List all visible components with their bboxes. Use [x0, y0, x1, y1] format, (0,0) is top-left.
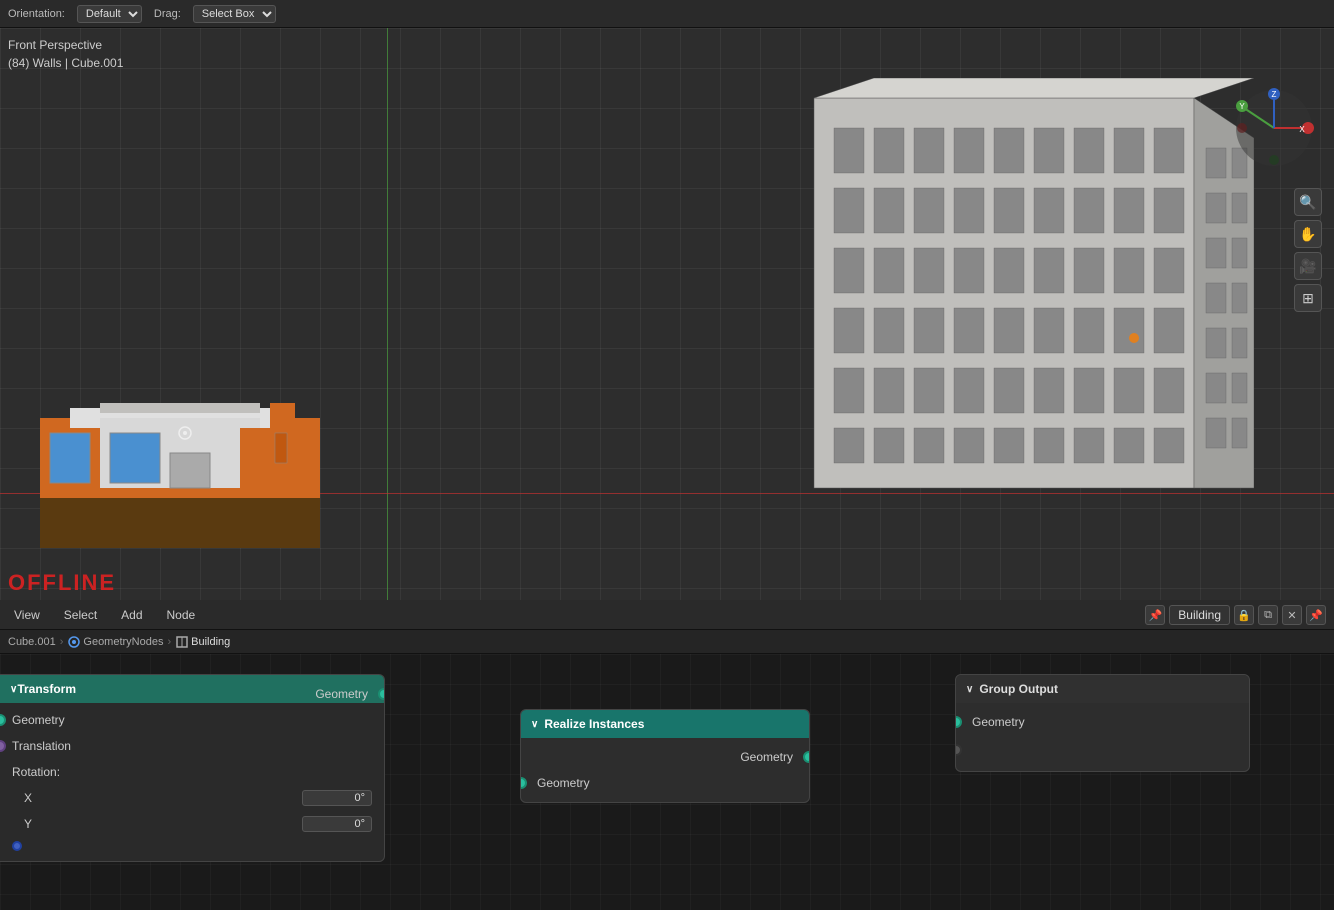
node-menu-select[interactable]: Select: [58, 606, 103, 624]
realize-geometry-output-socket[interactable]: [803, 751, 810, 763]
offline-label: OFFLINE: [0, 566, 124, 600]
node-header-right: 📌 Building 🔒 ⧉ ✕ 📌: [1145, 600, 1334, 630]
group-output-body: Geometry: [956, 703, 1249, 771]
node-breadcrumb: Cube.001 › GeometryNodes › Building: [0, 630, 1334, 654]
breadcrumb-cube[interactable]: Cube.001: [8, 636, 56, 648]
realize-chevron-icon: ∨: [531, 719, 538, 730]
breadcrumb-geonodes[interactable]: GeometryNodes: [67, 635, 163, 649]
orientation-label: Orientation:: [8, 8, 65, 20]
realize-geometry-input-socket[interactable]: [520, 777, 527, 789]
node-group-output[interactable]: ∨ Group Output Geometry: [955, 674, 1250, 772]
top-bar: Orientation: Default Drag: Select Box: [0, 0, 1334, 28]
node-lock-btn[interactable]: 🔒: [1234, 605, 1254, 625]
node-transform[interactable]: ∨ Transform Geometry Geometry Translatio…: [0, 674, 385, 862]
transform-y-row: Y 0°: [0, 811, 384, 837]
node-close-btn[interactable]: ✕: [1282, 605, 1302, 625]
transform-node-body: Geometry Geometry Translation Rotation:: [0, 675, 384, 861]
node-pin2-btn[interactable]: 📌: [1306, 605, 1326, 625]
transform-translation-row: Translation: [0, 733, 384, 759]
viewport[interactable]: Front Perspective (84) Walls | Cube.001: [0, 28, 1334, 600]
realize-geometry-output-label: Geometry: [740, 750, 793, 764]
right-tools: 🔍 ✋ 🎥 ⊞: [1294, 188, 1322, 312]
transform-translation-socket[interactable]: [0, 740, 6, 752]
drag-dropdown[interactable]: Select Box: [193, 5, 276, 23]
transform-geometry-input-label: Geometry: [12, 713, 65, 727]
group-output-geometry-row: Geometry: [956, 709, 1249, 735]
realize-instances-body: Geometry Geometry: [521, 738, 809, 802]
orientation-dropdown[interactable]: Default: [77, 5, 142, 23]
building-small: [40, 378, 320, 548]
axis-x: [387, 28, 388, 600]
group-output-gray-row: [956, 735, 1249, 765]
drag-label: Drag:: [154, 8, 181, 20]
building-large: [794, 78, 1254, 508]
group-output-chevron-icon: ∨: [966, 684, 973, 695]
group-output-header: ∨ Group Output: [956, 675, 1249, 703]
realize-title: Realize Instances: [544, 717, 644, 731]
transform-rotation-label-row: Rotation:: [0, 759, 384, 785]
node-menu-view[interactable]: View: [8, 606, 46, 624]
transform-x-value[interactable]: 0°: [302, 790, 372, 806]
transform-geometry-output-row: Geometry: [0, 681, 384, 707]
gizmo: X Y Z: [1234, 88, 1314, 168]
svg-text:Y: Y: [1239, 102, 1245, 111]
node-menu-add[interactable]: Add: [115, 606, 148, 624]
transform-z-indicator: [0, 837, 384, 855]
node-editor[interactable]: View Select Add Node 📌 Building 🔒 ⧉ ✕ 📌 …: [0, 600, 1334, 910]
transform-y-value[interactable]: 0°: [302, 816, 372, 832]
svg-text:Z: Z: [1272, 90, 1277, 99]
transform-geometry-output-label: Geometry: [315, 687, 368, 701]
node-name-display: Building: [1169, 605, 1230, 625]
transform-y-label: Y: [24, 817, 44, 831]
transform-x-label: X: [24, 791, 44, 805]
transform-translation-label: Translation: [12, 739, 71, 753]
node-canvas[interactable]: ∨ Transform Geometry Geometry Translatio…: [0, 654, 1334, 910]
group-output-gray-socket[interactable]: [955, 744, 962, 756]
node-realize-instances[interactable]: ∨ Realize Instances Geometry Geometry: [520, 709, 810, 803]
transform-geometry-input-row: Geometry: [0, 707, 384, 733]
group-output-geometry-socket[interactable]: [955, 716, 962, 728]
node-pin-btn[interactable]: 📌: [1145, 605, 1165, 625]
realize-geometry-output-row: Geometry: [521, 744, 809, 770]
node-menu-node[interactable]: Node: [161, 606, 202, 624]
group-output-title: Group Output: [979, 682, 1058, 696]
search-tool-btn[interactable]: 🔍: [1294, 188, 1322, 216]
node-copy-btn[interactable]: ⧉: [1258, 605, 1278, 625]
realize-geometry-input-label: Geometry: [537, 776, 590, 790]
transform-x-row: X 0°: [0, 785, 384, 811]
camera-tool-btn[interactable]: 🎥: [1294, 252, 1322, 280]
node-toolbar: View Select Add Node 📌 Building 🔒 ⧉ ✕ 📌: [0, 600, 1334, 630]
realize-geometry-input-row: Geometry: [521, 770, 809, 796]
move-tool-btn[interactable]: ✋: [1294, 220, 1322, 248]
realize-instances-header: ∨ Realize Instances: [521, 710, 809, 738]
grid-tool-btn[interactable]: ⊞: [1294, 284, 1322, 312]
svg-text:X: X: [1299, 125, 1305, 134]
transform-geometry-output-socket[interactable]: [378, 688, 385, 700]
breadcrumb-building[interactable]: Building: [175, 635, 230, 649]
transform-z-socket[interactable]: [12, 841, 22, 851]
transform-rotation-label: Rotation:: [12, 765, 60, 779]
group-output-geometry-label: Geometry: [972, 715, 1025, 729]
transform-geometry-input-socket[interactable]: [0, 714, 6, 726]
